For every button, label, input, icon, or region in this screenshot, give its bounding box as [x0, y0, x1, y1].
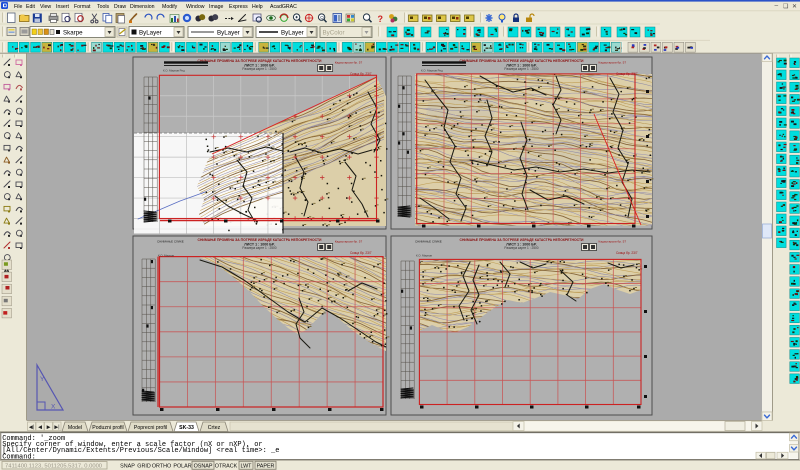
svg-text:Modify: Modify	[162, 4, 178, 10]
svg-text:Insert: Insert	[56, 4, 70, 10]
svg-text:ByLayer: ByLayer	[217, 30, 240, 37]
svg-text:Poprecni profil: Poprecni profil	[134, 425, 167, 431]
svg-text:Кадастарски бр. 57: Кадастарски бр. 57	[335, 240, 363, 244]
svg-text:?: ?	[378, 14, 384, 24]
svg-text:Draw: Draw	[114, 4, 126, 10]
svg-text:OTRACK: OTRACK	[215, 463, 238, 469]
svg-text:Размера карте 1 : 2500: Размера карте 1 : 2500	[504, 246, 538, 250]
svg-text:К.О. Марков Рид: К.О. Марков Рид	[421, 69, 443, 73]
svg-text:Dimension: Dimension	[130, 4, 155, 10]
svg-text:Format: Format	[74, 4, 91, 10]
svg-text:Tools: Tools	[97, 4, 110, 10]
svg-text:ByLayer: ByLayer	[139, 30, 162, 37]
svg-text:SNAP: SNAP	[120, 463, 135, 469]
svg-text:◀|: ◀|	[29, 425, 34, 431]
svg-text:ORTHO: ORTHO	[152, 463, 171, 469]
svg-text:7411400.1123, 5011205.5317, 0.: 7411400.1123, 5011205.5317, 0.0000	[5, 463, 102, 469]
svg-text:POLAR: POLAR	[173, 463, 191, 469]
svg-text:К.О. Марков: К.О. Марков	[158, 254, 174, 258]
svg-text:СНИМАЊЕ ПРОМЕНА ЗА ПОТРЕБЕ ИЗР: СНИМАЊЕ ПРОМЕНА ЗА ПОТРЕБЕ ИЗРАДЕ КАТАСТ…	[198, 59, 322, 63]
svg-text:LWT: LWT	[241, 463, 253, 469]
svg-text:Model: Model	[68, 425, 82, 431]
svg-text:Скица бр. 23/7: Скица бр. 23/7	[350, 251, 372, 255]
svg-text:Skarpe: Skarpe	[63, 30, 83, 37]
svg-text:ByLayer: ByLayer	[281, 30, 304, 37]
svg-text:Crtez: Crtez	[208, 425, 221, 431]
svg-text:Poduzni profil: Poduzni profil	[92, 425, 123, 431]
svg-text:Кадастарски бр. 57: Кадастарски бр. 57	[599, 240, 627, 244]
svg-text:Help: Help	[252, 4, 263, 10]
svg-text:Express: Express	[229, 4, 248, 10]
svg-text:SK-33: SK-33	[179, 425, 194, 431]
svg-text:▶|: ▶|	[54, 425, 59, 431]
svg-text:Размера карте 1 : 2500: Размера карте 1 : 2500	[242, 246, 276, 250]
svg-text:СНИМАЊЕ ПРОМЕНА ЗА ПОТРЕБЕ ИЗР: СНИМАЊЕ ПРОМЕНА ЗА ПОТРЕБЕ ИЗРАДЕ КАТАСТ…	[198, 238, 322, 242]
svg-text:AcadGRAC: AcadGRAC	[270, 4, 297, 10]
svg-text:▶: ▶	[47, 425, 51, 431]
svg-text:◀: ◀	[38, 425, 42, 431]
svg-text:View: View	[40, 4, 51, 10]
svg-text:К.О. Марков: К.О. Марков	[416, 254, 432, 258]
svg-text:Размера карте 1 : 2500: Размера карте 1 : 2500	[504, 67, 538, 71]
svg-text:OSNAP: OSNAP	[194, 463, 213, 469]
svg-text:❏: ❏	[783, 3, 789, 10]
svg-text:Скица бр. 23/7: Скица бр. 23/7	[616, 251, 638, 255]
svg-text:ByColor: ByColor	[323, 30, 345, 37]
svg-text:Размера карте 1 : 2500: Размера карте 1 : 2500	[242, 67, 276, 71]
svg-text:Кадастарски бр. 57: Кадастарски бр. 57	[335, 61, 363, 65]
svg-text:PAPER: PAPER	[257, 463, 275, 469]
svg-text:GRID: GRID	[137, 463, 151, 469]
svg-text:Q: Q	[320, 15, 324, 20]
svg-text:–: –	[775, 3, 779, 10]
svg-text:Y: Y	[40, 376, 45, 383]
svg-text:File: File	[14, 4, 22, 10]
svg-text:СНИМАЊЕ ПРОМЕНА ЗА ПОТРЕБЕ ИЗР: СНИМАЊЕ ПРОМЕНА ЗА ПОТРЕБЕ ИЗРАДЕ КАТАСТ…	[460, 59, 584, 63]
svg-text:Image: Image	[209, 4, 224, 10]
svg-text:[All/Center/Dynamic/Extents/Pr: [All/Center/Dynamic/Extents/Previous/Sca…	[2, 447, 279, 455]
svg-text:Скица бр. 23/7: Скица бр. 23/7	[616, 72, 638, 76]
svg-text:К.О. Марков Рид: К.О. Марков Рид	[163, 69, 185, 73]
svg-text:Edit: Edit	[26, 4, 35, 10]
svg-text:Кадастарски бр. 57: Кадастарски бр. 57	[599, 61, 627, 65]
svg-text:Скица бр. 23/7: Скица бр. 23/7	[350, 72, 372, 76]
svg-text:СНИМАЊЕ СЛИКЕ: СНИМАЊЕ СЛИКЕ	[415, 240, 442, 244]
svg-text:✕: ✕	[792, 3, 797, 10]
svg-text:СНИМАЊЕ СЛИКЕ: СНИМАЊЕ СЛИКЕ	[157, 240, 184, 244]
svg-text:СНИМАЊЕ ПРОМЕНА ЗА ПОТРЕБЕ ИЗР: СНИМАЊЕ ПРОМЕНА ЗА ПОТРЕБЕ ИЗРАДЕ КАТАСТ…	[460, 238, 584, 242]
svg-text:X: X	[51, 404, 56, 411]
svg-text:Window: Window	[186, 4, 205, 10]
